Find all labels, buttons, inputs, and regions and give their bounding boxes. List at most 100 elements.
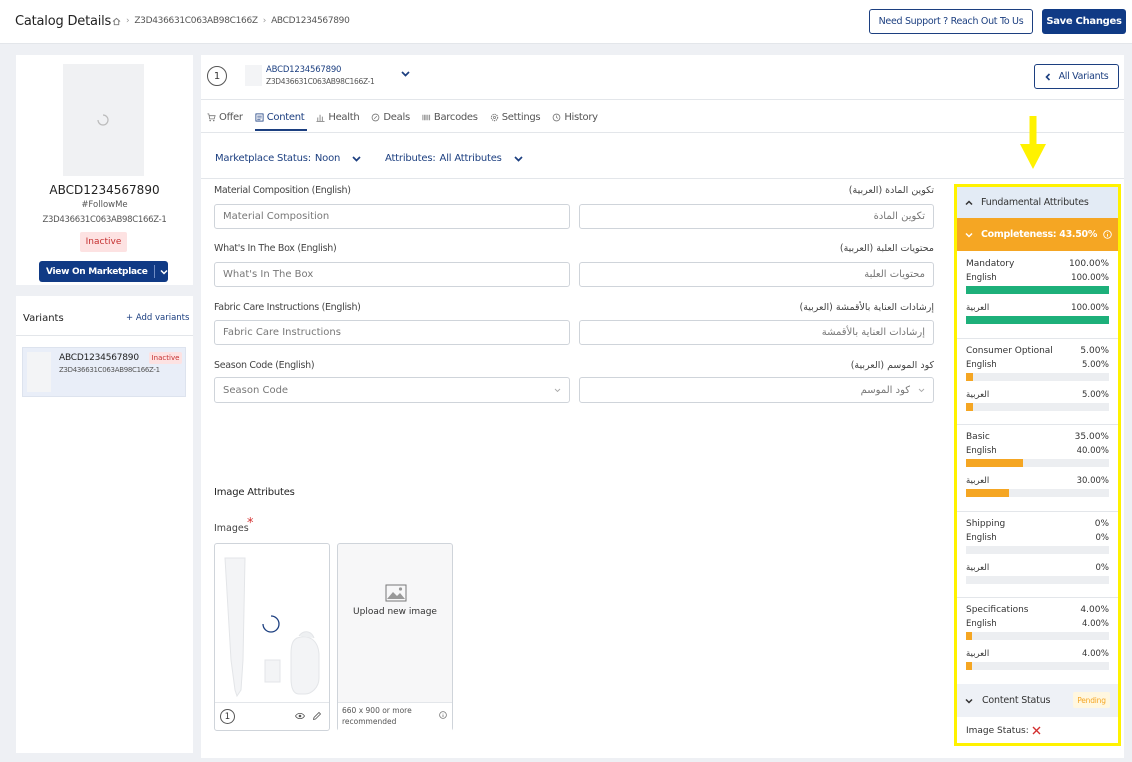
breadcrumb-item[interactable]: Z3D436631C063AB98C166Z <box>134 16 258 26</box>
divider <box>957 510 1118 512</box>
breadcrumb: › Z3D436631C063AB98C166Z › ABCD123456789… <box>112 16 350 26</box>
page-title: Catalog Details <box>15 14 112 29</box>
image-placeholder-icon <box>385 584 407 602</box>
image-attributes-title: Image Attributes <box>214 487 295 498</box>
required-asterisk: * <box>247 516 254 531</box>
arabic-label: العربية <box>966 303 990 313</box>
upload-info-bar: 660 x 900 or more recommended <box>338 702 452 732</box>
season-ar-select[interactable]: كود الموسم <box>579 377 934 403</box>
button-divider <box>153 265 155 278</box>
season-en-label: Season Code (English) <box>214 360 315 371</box>
tab-settings[interactable]: Settings <box>490 112 541 123</box>
document-icon <box>255 113 264 122</box>
category-total: 100.00% <box>1068 259 1109 269</box>
tab-content[interactable]: Content <box>255 112 305 123</box>
marketplace-status-filter[interactable]: Marketplace Status: Noon <box>215 153 361 164</box>
english-progress-fill <box>966 372 974 381</box>
view-on-marketplace-button[interactable]: View On Marketplace <box>39 261 168 282</box>
fabric-ar-label: إرشادات العناية بالأقمشة (العربية) <box>799 302 934 313</box>
arabic-progress-fill <box>966 489 1009 497</box>
arabic-value: 0% <box>1095 562 1110 573</box>
category-total: 0% <box>1094 518 1109 529</box>
content-status-header[interactable]: Content Status Pending <box>957 684 1118 717</box>
category-name: Specifications <box>966 605 1029 615</box>
english-label: English <box>966 359 997 370</box>
chevron-down-icon <box>918 388 925 392</box>
attributes-filter[interactable]: Attributes: All Attributes <box>385 153 523 164</box>
product-image-card[interactable]: 1 <box>214 543 330 731</box>
box-en-input[interactable]: What's In The Box <box>214 262 570 287</box>
arabic-progress-bar <box>966 662 1109 670</box>
chevron-down-icon <box>554 388 561 392</box>
images-label: Images <box>214 523 249 534</box>
chevron-down-icon[interactable] <box>401 71 410 77</box>
variant-list-item[interactable]: ABCD1234567890 Inactive Z3D436631C063AB9… <box>22 347 186 397</box>
variant-number: 1 <box>207 66 227 86</box>
material-en-input[interactable]: Material Composition <box>214 204 570 229</box>
tab-history[interactable]: History <box>552 112 598 123</box>
breadcrumb-separator: › <box>126 16 130 26</box>
arabic-progress-bar <box>966 402 1109 411</box>
arabic-progress-bar <box>966 575 1109 584</box>
all-variants-button[interactable]: All Variants <box>1034 64 1119 89</box>
home-icon[interactable] <box>112 17 121 26</box>
chevron-down-icon[interactable] <box>160 269 168 275</box>
english-progress-bar <box>966 372 1109 381</box>
variant-selector-sku[interactable]: ABCD1234567890 <box>266 65 341 75</box>
divider <box>16 335 193 336</box>
arabic-progress-fill <box>966 402 974 411</box>
product-thumbnail <box>63 64 144 176</box>
active-tab-underline <box>255 129 307 131</box>
arabic-progress-bar <box>966 316 1109 324</box>
chevron-down-icon <box>965 232 973 238</box>
support-button[interactable]: Need Support ? Reach Out To Us <box>869 9 1033 34</box>
fabric-ar-input[interactable]: إرشادات العناية بالأقمشة <box>579 320 934 345</box>
product-tag: #FollowMe <box>81 200 128 210</box>
material-ar-input[interactable]: تكوين المادة <box>579 204 934 229</box>
product-id: Z3D436631C063AB98C166Z-1 <box>42 215 167 225</box>
info-icon[interactable] <box>439 711 447 719</box>
arabic-label: العربية <box>966 649 990 659</box>
save-button[interactable]: Save Changes <box>1042 9 1126 34</box>
variant-selector-thumbnail <box>245 65 262 86</box>
english-label: English <box>966 532 997 543</box>
fundamental-attributes-title: Fundamental Attributes <box>981 197 1089 208</box>
breadcrumb-separator: › <box>262 16 267 26</box>
category-name: Shipping <box>966 518 1006 529</box>
english-progress-fill <box>966 286 1109 294</box>
image-status-label: Image Status: <box>966 726 1029 736</box>
chevron-down-icon <box>514 155 523 162</box>
divider <box>215 702 329 703</box>
arrow-down-icon <box>1020 116 1046 169</box>
completeness-header[interactable]: Completeness: 43.50% <box>957 218 1118 251</box>
english-label: English <box>966 446 997 456</box>
season-en-select[interactable]: Season Code <box>214 377 570 403</box>
tab-health[interactable]: Health <box>316 112 360 123</box>
edit-pencil-icon[interactable] <box>312 711 322 721</box>
divider <box>957 337 1118 339</box>
box-ar-label: محتويات العلبة (العربية) <box>839 243 934 254</box>
variant-selector-id: Z3D436631C063AB98C166Z-1 <box>266 77 375 86</box>
fundamental-attributes-header[interactable]: Fundamental Attributes <box>957 187 1118 218</box>
box-ar-input[interactable]: محتويات العلبة <box>579 262 934 287</box>
tabs: Offer Content Health Deals Barcodes Sett… <box>207 112 598 123</box>
tag-icon <box>372 113 380 122</box>
content-status-title: Content Status <box>982 695 1051 706</box>
attributes-value: All Attributes <box>439 153 502 164</box>
arabic-value: 4.00% <box>1081 649 1109 659</box>
eye-icon[interactable] <box>295 712 305 720</box>
tab-offer[interactable]: Offer <box>207 112 243 123</box>
fundamental-attributes-panel: Fundamental Attributes Completeness: 43.… <box>954 184 1121 746</box>
marketplace-status-value: Noon <box>314 153 341 164</box>
upload-image-card[interactable]: Upload new image 660 x 900 or more recom… <box>337 543 453 732</box>
arabic-value: 100.00% <box>1071 303 1109 313</box>
tab-deals[interactable]: Deals <box>371 112 410 123</box>
english-label: English <box>966 273 997 283</box>
tab-barcodes[interactable]: Barcodes <box>422 112 478 123</box>
season-ar-value: كود الموسم <box>860 384 910 396</box>
add-variants-link[interactable]: + Add variants <box>126 313 189 323</box>
fabric-en-input[interactable]: Fabric Care Instructions <box>214 320 570 345</box>
divider <box>201 99 1124 100</box>
chevron-up-icon <box>965 199 973 205</box>
info-icon[interactable] <box>1103 230 1112 239</box>
